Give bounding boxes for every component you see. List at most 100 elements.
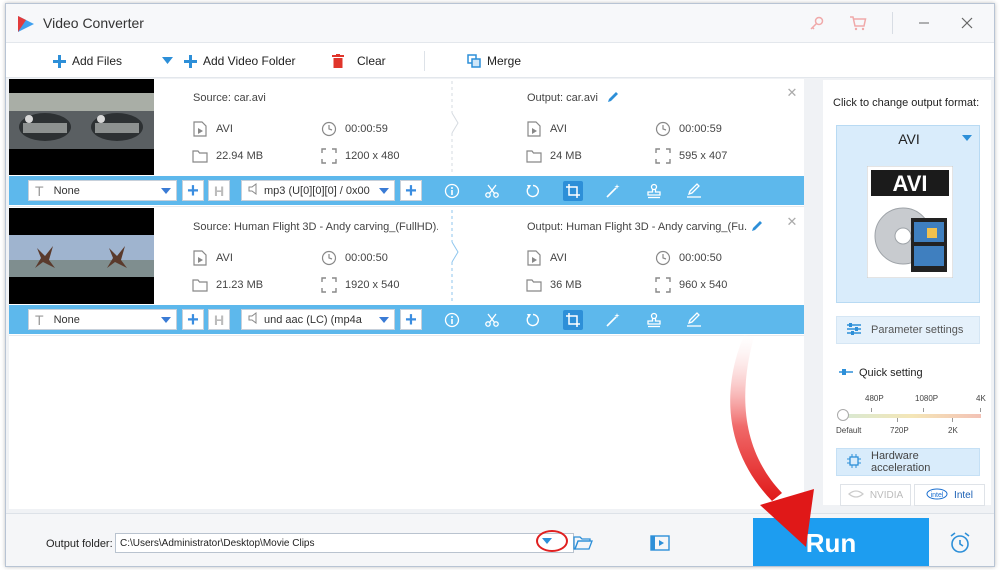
crop-icon[interactable] bbox=[563, 310, 583, 330]
key-icon[interactable] bbox=[803, 11, 831, 35]
hardsub-icon[interactable]: H bbox=[208, 309, 230, 330]
subtitle-dropdown[interactable]: T None bbox=[28, 309, 177, 330]
add-audio-button[interactable]: + bbox=[400, 309, 422, 330]
file-video-icon bbox=[526, 250, 542, 266]
minimize-icon[interactable] bbox=[910, 11, 938, 35]
folder-plus-icon bbox=[183, 54, 197, 68]
info-icon[interactable] bbox=[442, 181, 462, 201]
output-folder-input[interactable]: C:\Users\Administrator\Desktop\Movie Cli… bbox=[115, 533, 574, 553]
source-duration: 00:00:59 bbox=[321, 121, 388, 137]
add-audio-button[interactable]: + bbox=[400, 180, 422, 201]
scissors-icon[interactable] bbox=[482, 181, 502, 201]
output-size: 36 MB bbox=[526, 277, 582, 293]
scissors-icon[interactable] bbox=[482, 310, 502, 330]
add-files-dropdown[interactable] bbox=[160, 52, 174, 70]
tick-mark bbox=[980, 408, 981, 412]
intel-label: Intel bbox=[954, 489, 973, 501]
parameter-settings-button[interactable]: Parameter settings bbox=[836, 316, 980, 344]
tick-mark bbox=[871, 408, 872, 412]
chip-icon bbox=[847, 453, 861, 471]
intel-logo-icon: intel bbox=[926, 488, 948, 503]
alarm-clock-icon[interactable] bbox=[948, 531, 972, 555]
hardsub-icon[interactable]: H bbox=[208, 180, 230, 201]
resolution-icon bbox=[321, 148, 337, 164]
trash-icon bbox=[331, 54, 345, 68]
chevron-down-icon bbox=[379, 317, 389, 323]
edit-text-icon[interactable] bbox=[684, 310, 704, 330]
rotate-icon[interactable] bbox=[523, 310, 543, 330]
slider-icon bbox=[839, 367, 853, 379]
intel-option[interactable]: intel Intel bbox=[914, 484, 985, 506]
run-button[interactable]: Run bbox=[753, 518, 929, 566]
output-duration: 00:00:50 bbox=[655, 250, 722, 266]
output-format-panel: Click to change output format: AVI AVI P… bbox=[823, 80, 991, 506]
source-format-value: AVI bbox=[216, 252, 233, 264]
cart-icon[interactable] bbox=[844, 11, 872, 35]
app-title: Video Converter bbox=[43, 15, 144, 31]
source-size-value: 21.23 MB bbox=[216, 279, 264, 291]
quality-slider-track[interactable] bbox=[843, 414, 981, 418]
subtitle-dropdown[interactable]: T None bbox=[28, 180, 177, 201]
crop-icon[interactable] bbox=[563, 181, 583, 201]
source-filename: Source: car.avi bbox=[193, 92, 266, 104]
output-resolution: 960 x 540 bbox=[655, 277, 727, 293]
source-resolution: 1920 x 540 bbox=[321, 277, 399, 293]
sliders-icon bbox=[847, 322, 861, 338]
output-format-selector[interactable]: AVI AVI bbox=[836, 125, 980, 303]
file-video-icon bbox=[192, 121, 208, 137]
main-toolbar: Add Files Add Video Folder Clear Merge bbox=[6, 42, 994, 78]
tick-mark bbox=[897, 418, 898, 422]
add-files-button[interactable]: Add Files bbox=[52, 52, 122, 70]
remove-task-icon[interactable]: ✕ bbox=[786, 86, 798, 99]
media-player-icon[interactable] bbox=[650, 534, 670, 552]
edit-text-icon[interactable] bbox=[684, 181, 704, 201]
change-format-label: Click to change output format: bbox=[833, 97, 980, 109]
close-icon[interactable] bbox=[953, 11, 981, 35]
merge-button[interactable]: Merge bbox=[467, 52, 521, 70]
video-thumbnail[interactable] bbox=[9, 79, 154, 175]
effects-wand-icon[interactable] bbox=[603, 310, 623, 330]
add-files-label: Add Files bbox=[72, 54, 123, 68]
audio-track-dropdown[interactable]: und aac (LC) (mp4a bbox=[241, 309, 395, 330]
source-size: 21.23 MB bbox=[192, 277, 263, 293]
watermark-stamp-icon[interactable] bbox=[644, 181, 664, 201]
quality-4k: 4K bbox=[976, 394, 986, 403]
output-filename: Output: car.avi bbox=[527, 92, 598, 104]
clock-icon bbox=[321, 250, 337, 266]
output-duration: 00:00:59 bbox=[655, 121, 722, 137]
add-subtitle-button[interactable]: + bbox=[182, 180, 204, 201]
effects-wand-icon[interactable] bbox=[603, 181, 623, 201]
output-filename: Output: Human Flight 3D - Andy carving_(… bbox=[527, 221, 747, 233]
output-resolution-value: 960 x 540 bbox=[679, 279, 728, 291]
hardware-acceleration-button[interactable]: Hardware acceleration bbox=[836, 448, 980, 476]
clear-button[interactable]: Clear bbox=[331, 52, 386, 70]
quality-slider-thumb[interactable] bbox=[837, 409, 849, 421]
file-video-icon bbox=[192, 250, 208, 266]
source-size: 22.94 MB bbox=[192, 148, 263, 164]
convert-arrow-divider bbox=[451, 210, 459, 302]
avi-format-icon: AVI bbox=[867, 166, 953, 278]
edit-pencil-icon[interactable] bbox=[606, 90, 620, 104]
toolbar-separator bbox=[424, 51, 425, 71]
rotate-icon[interactable] bbox=[523, 181, 543, 201]
audio-track-value: mp3 (U[0][0][0] / 0x00 bbox=[264, 184, 370, 197]
watermark-stamp-icon[interactable] bbox=[644, 310, 664, 330]
tick-mark bbox=[923, 408, 924, 412]
open-folder-icon[interactable] bbox=[573, 535, 593, 551]
add-video-folder-button[interactable]: Add Video Folder bbox=[183, 52, 296, 70]
video-thumbnail[interactable] bbox=[9, 208, 154, 304]
output-resolution-value: 595 x 407 bbox=[679, 150, 728, 162]
output-resolution: 595 x 407 bbox=[655, 148, 727, 164]
add-subtitle-button[interactable]: + bbox=[182, 309, 204, 330]
remove-task-icon[interactable]: ✕ bbox=[786, 215, 798, 228]
source-format: AVI bbox=[192, 250, 233, 266]
output-format-value: AVI bbox=[550, 252, 567, 264]
info-icon[interactable] bbox=[442, 310, 462, 330]
app-logo-icon bbox=[18, 16, 34, 32]
audio-track-dropdown[interactable]: mp3 (U[0][0][0] / 0x00 bbox=[241, 180, 395, 201]
source-size-value: 22.94 MB bbox=[216, 150, 264, 162]
nvidia-option[interactable]: NVIDIA bbox=[840, 484, 911, 506]
resolution-icon bbox=[655, 148, 671, 164]
edit-pencil-icon[interactable] bbox=[750, 219, 764, 233]
title-bar: Video Converter bbox=[6, 4, 994, 42]
